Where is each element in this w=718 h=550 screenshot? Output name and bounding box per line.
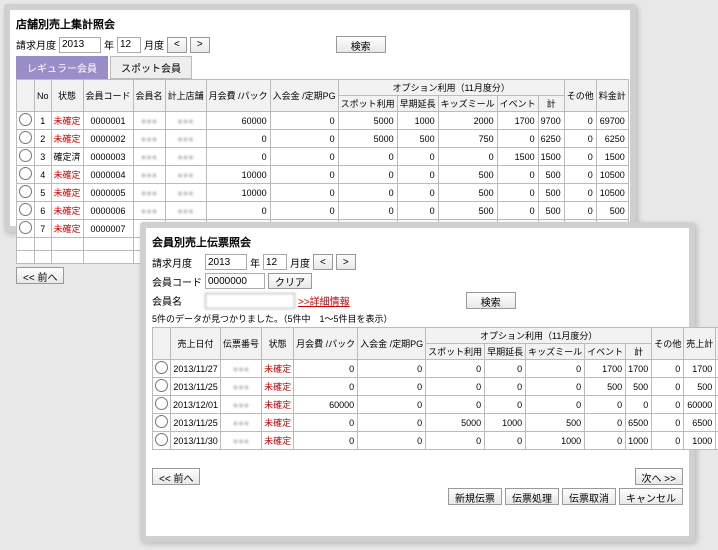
table-row[interactable]: 2013/11/30●●●未確定 000 010000 100001000	[153, 432, 718, 450]
row-radio[interactable]	[19, 113, 32, 126]
detail-link[interactable]: >>詳細情報	[298, 293, 350, 308]
row-radio[interactable]	[155, 379, 168, 392]
next-button[interactable]: >	[336, 254, 356, 270]
table-row[interactable]: 2未確定0000002 ●●●●●● 005000 5007500 625006…	[17, 130, 629, 148]
col-kids: キッズミール	[438, 96, 497, 112]
col-other: その他	[652, 328, 684, 360]
result-count: 5件のデータが見つかりました。（5件中 1～5件目を表示）	[152, 312, 683, 325]
table-row[interactable]: 2013/12/01●●●未確定 6000000 000 0060000	[153, 396, 718, 414]
col-option-group: オプション利用（11月度分）	[338, 80, 564, 96]
prev-page-button[interactable]: << 前へ	[152, 468, 200, 485]
row-radio[interactable]	[19, 185, 32, 198]
prev-page-button[interactable]: << 前へ	[16, 267, 64, 284]
col-slip: 伝票番号	[221, 328, 262, 360]
col-monthly: 月会費 /パック	[206, 80, 270, 112]
clear-button[interactable]: クリア	[268, 273, 312, 289]
table-row[interactable]: 6未確定0000006 ●●●●●● 000 05000 5000500	[17, 202, 629, 220]
prev-button[interactable]: <	[313, 254, 333, 270]
panel-title: 店舗別売上集計照会	[16, 16, 624, 32]
col-enroll: 入会金 /定期PG	[358, 328, 426, 360]
panel-title: 会員別売上伝票照会	[152, 234, 683, 250]
month-input[interactable]	[117, 37, 141, 53]
col-status: 状態	[262, 328, 294, 360]
search-button[interactable]: 検索	[336, 36, 386, 53]
col-name: 会員名	[133, 80, 165, 112]
action-button[interactable]: キャンセル	[619, 488, 683, 505]
billing-label: 請求月度	[152, 255, 202, 270]
next-page-button[interactable]: 次へ >>	[635, 468, 683, 485]
col-option-group: オプション利用（11月度分）	[426, 328, 652, 344]
search-button[interactable]: 検索	[466, 292, 516, 309]
row-radio[interactable]	[19, 149, 32, 162]
table-row[interactable]: 3確定済0000003 ●●●●●● 000 001500 150001500	[17, 148, 629, 166]
action-button[interactable]: 伝票処理	[505, 488, 559, 505]
table-row[interactable]: 4未確定0000004 ●●●●●● 1000000 05000 5000105…	[17, 166, 629, 184]
col-ext: 早期延長	[397, 96, 438, 112]
member-name-input[interactable]	[205, 293, 295, 309]
member-sales-slip-panel: 会員別売上伝票照会 請求月度 年 月度 < > 会員コード クリア 会員名 >>…	[140, 222, 695, 542]
col-code: 会員コード	[83, 80, 133, 112]
col-event: イベント	[497, 96, 538, 112]
next-button[interactable]: >	[190, 37, 210, 53]
row-radio[interactable]	[19, 131, 32, 144]
row-radio[interactable]	[155, 415, 168, 428]
col-monthly: 月会費 /パック	[294, 328, 358, 360]
col-total: 料金計	[596, 80, 628, 112]
member-type-tabs: レギュラー会員 スポット会員	[16, 56, 624, 79]
table-row[interactable]: 2013/11/27●●●未確定 000 001700 170001700	[153, 360, 718, 378]
month-input[interactable]	[263, 254, 287, 270]
name-label: 会員名	[152, 293, 202, 308]
row-radio[interactable]	[155, 397, 168, 410]
col-enroll: 入会金 /定期PG	[270, 80, 338, 112]
col-date: 売上日付	[171, 328, 221, 360]
table-row[interactable]: 1未確定0000001 ●●●●●● 6000005000 1000200017…	[17, 112, 629, 130]
action-button[interactable]: 伝票取消	[562, 488, 616, 505]
table-row[interactable]: 2013/11/25●●●未確定 005000 10005000 6500065…	[153, 414, 718, 432]
month-suffix: 月度	[144, 37, 164, 52]
year-input[interactable]	[205, 254, 247, 270]
table-row[interactable]: 2013/11/25●●●未確定 000 00500 5000500	[153, 378, 718, 396]
member-code-input[interactable]	[205, 273, 265, 289]
col-total: 売上計	[684, 328, 716, 360]
year-input[interactable]	[59, 37, 101, 53]
year-suffix: 年	[104, 37, 114, 52]
col-status: 状態	[51, 80, 83, 112]
col-subtotal: 計	[538, 96, 564, 112]
tab-regular[interactable]: レギュラー会員	[16, 56, 108, 79]
row-radio[interactable]	[19, 203, 32, 216]
col-no: No	[35, 80, 52, 112]
action-button[interactable]: 新規伝票	[448, 488, 502, 505]
code-label: 会員コード	[152, 274, 202, 289]
row-radio[interactable]	[155, 433, 168, 446]
col-store: 計上店舗	[165, 80, 206, 112]
table-row[interactable]: 5未確定0000005 ●●●●●● 1000000 05000 5000105…	[17, 184, 629, 202]
row-radio[interactable]	[155, 361, 168, 374]
row-radio[interactable]	[19, 167, 32, 180]
row-radio[interactable]	[19, 221, 32, 234]
store-sales-summary-panel: 店舗別売上集計照会 請求月度 年 月度 < > 検索 レギュラー会員 スポット会…	[4, 4, 636, 232]
slip-table: 売上日付 伝票番号 状態 月会費 /パック 入会金 /定期PG オプション利用（…	[152, 327, 718, 450]
prev-button[interactable]: <	[167, 37, 187, 53]
col-spot: スポット利用	[338, 96, 397, 112]
col-other: その他	[564, 80, 596, 112]
billing-label: 請求月度	[16, 37, 56, 52]
tab-spot[interactable]: スポット会員	[110, 56, 192, 79]
